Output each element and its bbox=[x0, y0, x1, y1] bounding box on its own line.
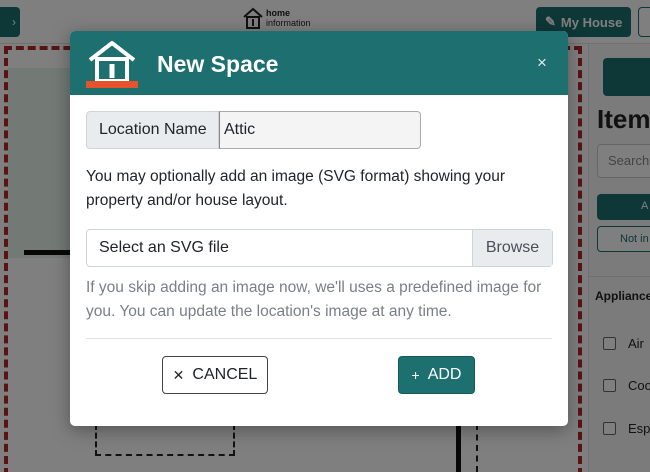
location-name-group: Location Name bbox=[86, 111, 421, 149]
add-button[interactable]: + ADD bbox=[398, 356, 475, 394]
modal-title: New Space bbox=[157, 51, 279, 77]
file-placeholder[interactable]: Select an SVG file bbox=[87, 230, 472, 266]
add-label: ADD bbox=[427, 366, 462, 383]
svg-file-picker[interactable]: Select an SVG file Browse bbox=[86, 229, 553, 267]
home-info-logo-icon bbox=[86, 41, 138, 88]
modal-header: New Space × bbox=[70, 31, 568, 95]
modal-footer-divider bbox=[86, 338, 552, 339]
skip-image-note: If you skip adding an image now, we'll u… bbox=[86, 279, 542, 320]
close-icon: ✕ bbox=[172, 367, 185, 383]
cancel-button[interactable]: ✕ CANCEL bbox=[162, 356, 268, 394]
image-help-text: You may optionally add an image (SVG for… bbox=[86, 168, 506, 209]
location-name-label: Location Name bbox=[86, 111, 219, 149]
new-space-modal: New Space × Location Name You may option… bbox=[70, 31, 568, 426]
browse-button[interactable]: Browse bbox=[472, 230, 552, 266]
plus-icon: + bbox=[411, 367, 420, 383]
location-name-input[interactable] bbox=[219, 111, 421, 149]
cancel-label: CANCEL bbox=[192, 366, 258, 383]
close-icon[interactable]: × bbox=[532, 53, 552, 73]
